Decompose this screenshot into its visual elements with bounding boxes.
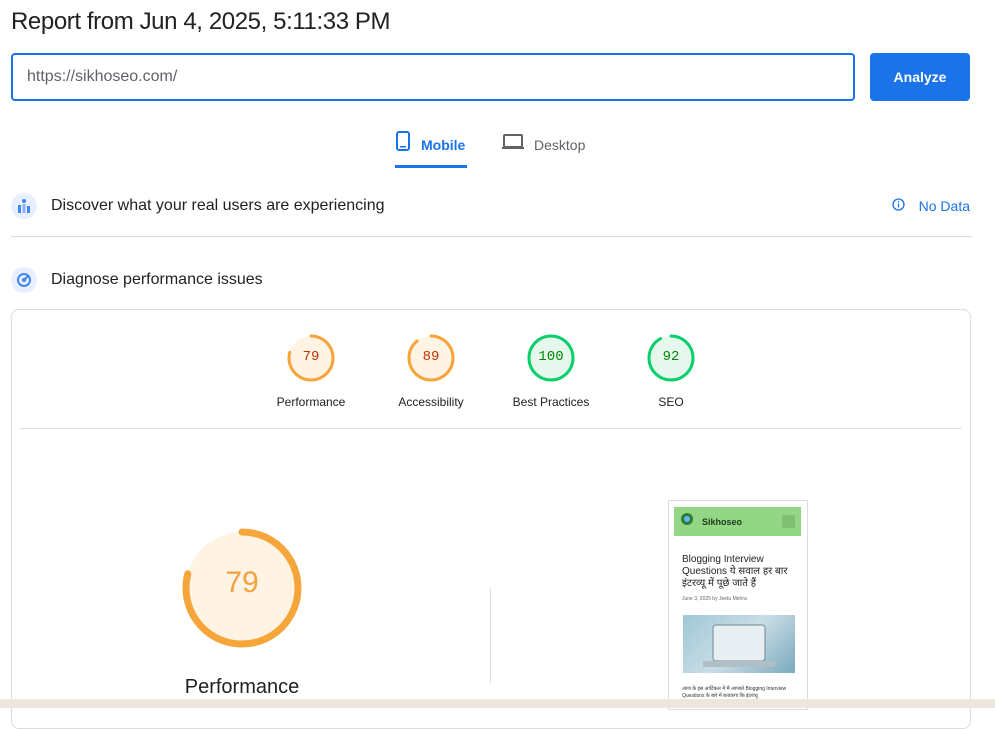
gauge-performance-score: 79 (302, 349, 320, 365)
performance-main-score: 79 (225, 566, 259, 599)
thumbnail-site-header: Sikhoseo (674, 507, 801, 536)
tab-desktop-label: Desktop (534, 137, 586, 153)
gauge-best-practices-score: 100 (538, 349, 564, 365)
site-logo-icon (680, 512, 694, 531)
info-icon (891, 198, 905, 214)
field-data-section: Discover what your real users are experi… (11, 193, 970, 219)
performance-main-label: Performance (184, 676, 300, 698)
mobile-icon (395, 130, 411, 155)
gauges-divider (20, 428, 962, 429)
field-data-title: Discover what your real users are experi… (51, 197, 385, 214)
tab-mobile-label: Mobile (421, 137, 466, 153)
bottom-strip (0, 699, 995, 708)
no-data-label: No Data (918, 198, 970, 214)
gauge-performance[interactable]: 79 Performance (256, 333, 366, 409)
analyze-button[interactable]: Analyze (870, 53, 970, 101)
menu-icon (782, 515, 795, 528)
gauge-seo-score: 92 (662, 349, 680, 365)
lighthouse-card (11, 309, 971, 729)
tab-mobile[interactable]: Mobile (395, 130, 467, 168)
no-data-indicator[interactable]: No Data (891, 198, 970, 214)
thumbnail-body-text: आज के इस आर्टिकल में मैं आपको Blogging I… (682, 686, 787, 699)
thumbnail-meta: June 3, 2025 by Jeetu Mehra (682, 596, 747, 602)
gauge-accessibility-score: 89 (422, 349, 440, 365)
vertical-divider (490, 588, 491, 683)
gauge-accessibility[interactable]: 89 Accessibility (376, 333, 486, 409)
diagnose-section: Diagnose performance issues (11, 267, 970, 293)
url-input[interactable] (11, 53, 855, 101)
gauge-performance-label: Performance (276, 395, 346, 409)
gauge-seo[interactable]: 92 SEO (616, 333, 726, 409)
thumbnail-blog-image (683, 615, 795, 673)
tab-desktop[interactable]: Desktop (502, 130, 585, 168)
diagnose-title: Diagnose performance issues (51, 271, 263, 288)
gauge-best-practices[interactable]: 100 Best Practices (496, 333, 606, 409)
desktop-icon (502, 130, 524, 155)
gauge-seo-label: SEO (658, 395, 684, 409)
thumbnail-headline: Blogging Interview Questions ये सवाल हर … (682, 554, 788, 589)
page-title: Report from Jun 4, 2025, 5:11:33 PM (11, 8, 391, 35)
gauge-best-practices-label: Best Practices (512, 395, 590, 409)
page-screenshot-thumbnail[interactable]: Sikhoseo Blogging Interview Questions ये… (668, 500, 808, 710)
gauge-accessibility-label: Accessibility (398, 395, 464, 409)
section-divider (11, 236, 972, 237)
users-chart-icon (11, 193, 37, 219)
thumbnail-brand: Sikhoseo (702, 516, 743, 527)
gauge-icon (11, 267, 37, 293)
